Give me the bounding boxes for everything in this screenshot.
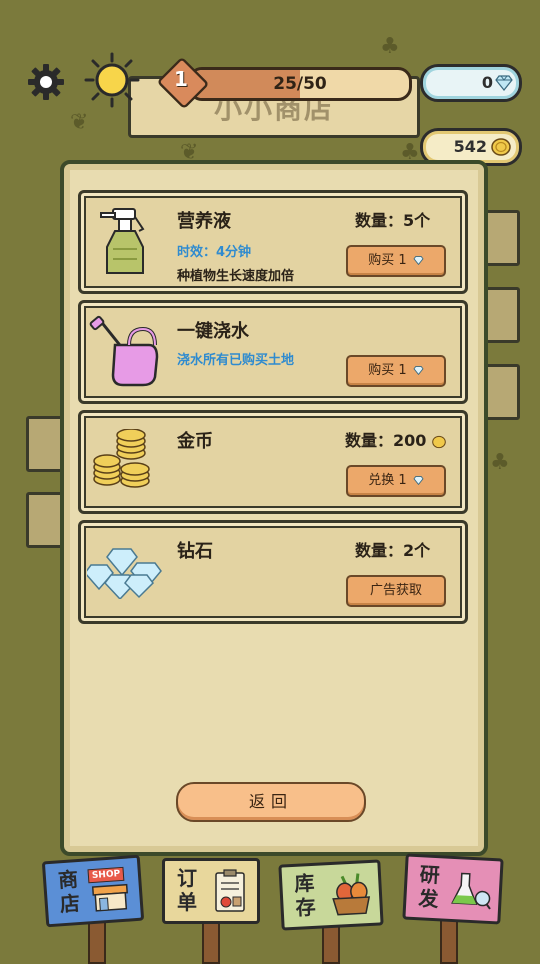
experience-text: 25/50 (273, 74, 327, 94)
clipboard-icon (215, 869, 245, 912)
weather-sun-icon[interactable] (84, 52, 140, 108)
item-card-coins: 金币 数量：200 兑换 1 (78, 410, 468, 514)
quantity-value: 2个 (403, 541, 431, 560)
nav-inventory-label-bottom: 存 (294, 894, 317, 920)
item-duration: 时效：4分钟 (177, 241, 251, 260)
diamond-icon (413, 256, 424, 265)
nav-orders-label-bottom: 单 (177, 890, 197, 914)
duration-label: 时效： (177, 245, 217, 260)
nav-research-sign[interactable]: 研 发 (402, 853, 504, 925)
exchange-coins-button[interactable]: 兑换 1 (346, 465, 446, 497)
nav-shop-sign[interactable]: 商 店 SHOP (41, 854, 145, 928)
buy-watering-button[interactable]: 购买 1 (346, 355, 446, 387)
coin-icon (432, 435, 446, 448)
item-card-nutrient: 营养液 数量：5个 时效：4分钟 种植物生长速度加倍 购买 1 (78, 190, 468, 294)
item-quantity: 数量：2个 (355, 537, 430, 561)
item-description: 浇水所有已购买土地 (177, 353, 295, 368)
nav-inventory-sign[interactable]: 库 存 (278, 859, 384, 931)
diamond-icon (413, 476, 424, 485)
item-name: 金币 (177, 431, 213, 452)
nav-research-label-bottom: 发 (417, 886, 440, 912)
item-card-diamonds: 钻石 数量：2个 广告获取 (78, 520, 468, 624)
buy-button-label: 购买 1 (368, 363, 407, 378)
buy-button-label: 购买 1 (368, 253, 407, 268)
quantity-label: 数量： (355, 541, 404, 560)
gem-count: 0 (481, 73, 493, 92)
item-card-watering: 一键浇水 浇水所有已购买土地 购买 1 (78, 300, 468, 404)
nav-research-label-top: 研 (419, 862, 441, 888)
grass-decoration: ❦ (70, 110, 89, 135)
settings-gear-icon[interactable] (26, 62, 66, 102)
nav-shop-label-top: 商 (57, 867, 79, 893)
item-name: 一键浇水 (177, 321, 249, 342)
diamond-icon (413, 366, 424, 375)
level-number: 1 (174, 67, 188, 91)
item-quantity: 数量：5个 (355, 207, 430, 231)
quantity-label: 数量： (355, 211, 404, 230)
spray-bottle-icon (100, 208, 145, 274)
item-quantity: 数量：200 (345, 427, 446, 451)
lab-flask-icon (451, 872, 491, 910)
item-effect: 种植物生长速度加倍 (177, 269, 295, 284)
quantity-label: 数量： (345, 431, 394, 450)
quantity-value: 5个 (403, 211, 431, 230)
coin-count: 542 (453, 137, 487, 156)
grass-decoration: ♣ (490, 450, 510, 475)
duration-value: 4分钟 (216, 245, 252, 260)
coin-stacks-icon (93, 429, 150, 488)
shop-building-icon (91, 883, 128, 912)
quantity-value: 200 (393, 431, 427, 450)
nav-inventory-label-top: 库 (293, 870, 315, 896)
vegetable-basket-icon (332, 873, 371, 916)
diamond-pile-icon (87, 548, 162, 599)
watering-can-icon (89, 315, 159, 387)
experience-bar: 25/50 (188, 67, 412, 101)
exchange-button-label: 兑换 1 (368, 473, 407, 488)
coin-icon (491, 138, 511, 156)
item-name: 钻石 (177, 541, 213, 562)
item-name: 营养液 (177, 211, 231, 232)
back-button[interactable]: 返回 (176, 782, 366, 822)
grass-decoration: ♣ (380, 34, 400, 59)
nav-orders-sign[interactable]: 订 单 (162, 858, 260, 924)
buy-nutrient-button[interactable]: 购买 1 (346, 245, 446, 277)
gem-counter[interactable]: 0 (420, 64, 522, 102)
watch-ad-button[interactable]: 广告获取 (346, 575, 446, 607)
diamond-icon (495, 75, 513, 91)
nav-shop-label-bottom: 店 (59, 890, 81, 917)
nav-orders-label-top: 订 (177, 866, 197, 890)
